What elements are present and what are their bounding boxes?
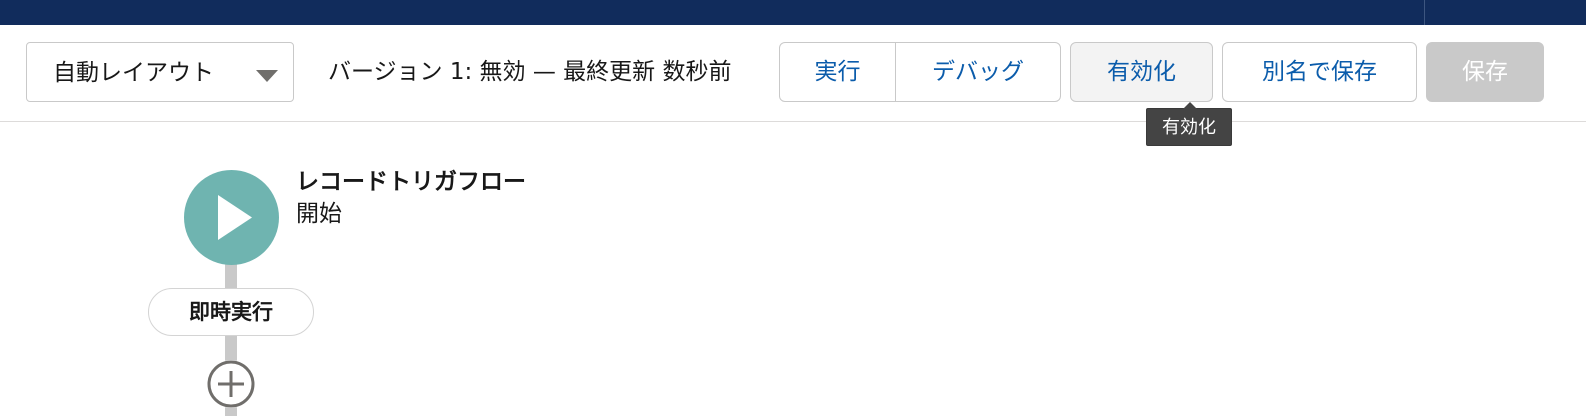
flow-builder-toolbar: 自動レイアウト バージョン 1: 無効 — 最終更新 数秒前 実行 デバッグ 有… <box>0 25 1586 122</box>
play-icon <box>218 195 252 240</box>
run-timing-pill[interactable]: 即時実行 <box>148 288 314 336</box>
add-circle-icon <box>207 360 255 408</box>
activate-button[interactable]: 有効化 <box>1070 42 1213 102</box>
save-as-button[interactable]: 別名で保存 <box>1222 42 1417 102</box>
add-element-button[interactable] <box>207 360 255 408</box>
save-button: 保存 <box>1426 42 1544 102</box>
activate-tooltip: 有効化 <box>1146 102 1232 146</box>
tooltip-text: 有効化 <box>1162 117 1216 138</box>
start-node-subtitle: 開始 <box>296 201 342 227</box>
header-divider <box>1424 0 1425 25</box>
app-header-bar <box>0 0 1586 25</box>
tooltip-arrow <box>1183 102 1197 109</box>
run-button[interactable]: 実行 <box>779 42 896 102</box>
version-status-text: バージョン 1: 無効 — 最終更新 数秒前 <box>328 59 732 85</box>
start-node[interactable] <box>184 170 279 265</box>
layout-mode-value: 自動レイアウト <box>53 60 214 86</box>
chevron-down-icon <box>256 70 278 82</box>
debug-button[interactable]: デバッグ <box>895 42 1061 102</box>
start-node-title: レコードトリガフロー <box>296 169 526 195</box>
layout-mode-select[interactable]: 自動レイアウト <box>26 42 294 102</box>
